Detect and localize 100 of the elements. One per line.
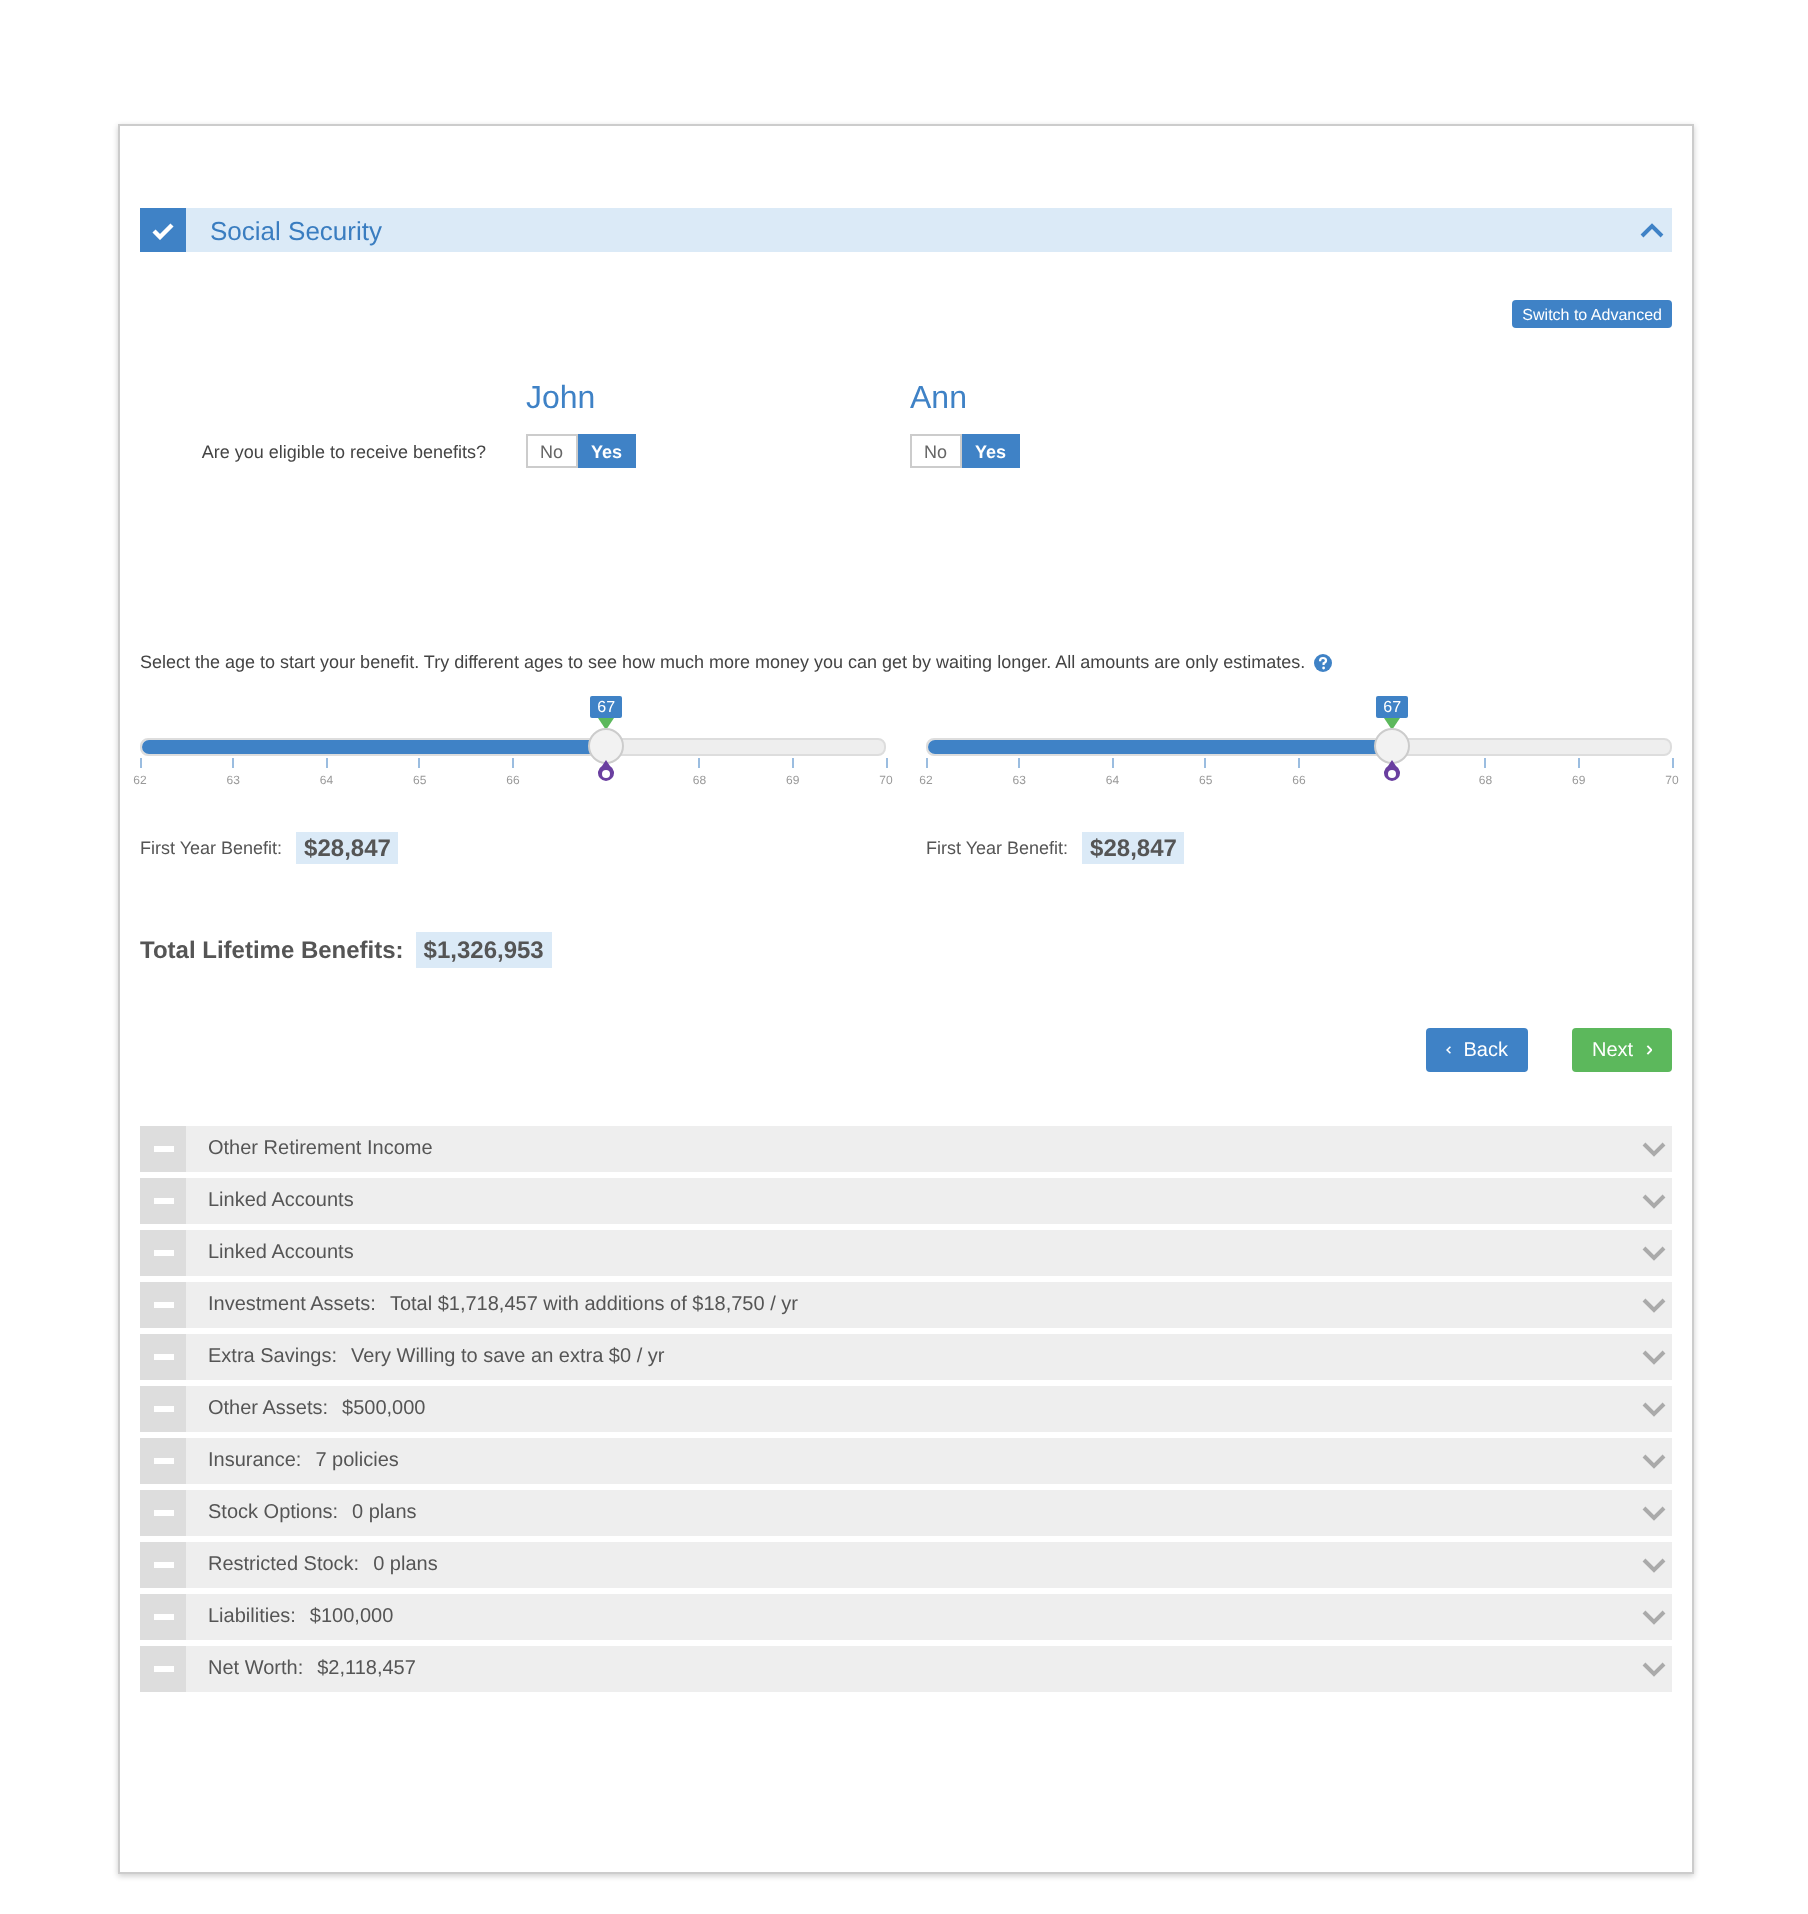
chevron-down-icon[interactable] — [1642, 1453, 1666, 1469]
section-value: 0 plans — [352, 1502, 417, 1524]
slider-track[interactable] — [140, 738, 886, 756]
total-value: $1,326,953 — [415, 932, 552, 968]
section-row[interactable]: Linked Accounts — [140, 1230, 1672, 1276]
pin-icon — [1382, 760, 1403, 784]
section-label: Linked Accounts — [208, 1190, 354, 1212]
pin-icon — [596, 760, 617, 784]
tick-mark — [325, 758, 328, 768]
tick-mark — [1204, 758, 1207, 768]
benefit-label: First Year Benefit: — [926, 838, 1069, 858]
section-label: Insurance: — [208, 1450, 302, 1472]
tick-mark — [1018, 758, 1021, 768]
section-label: Net Worth: — [208, 1658, 304, 1680]
section-value: 7 policies — [315, 1450, 399, 1472]
minus-icon — [153, 1354, 173, 1360]
toggle-option[interactable]: Yes — [577, 434, 637, 468]
toggle-option[interactable]: No — [526, 434, 578, 468]
section-row[interactable]: Stock Options: 0 plans — [140, 1490, 1672, 1536]
section-title: Social Security — [210, 215, 384, 245]
value-bubble: 67 — [1376, 696, 1409, 718]
instruction-text: Select the age to start your benefit. Try different ages to see how much more money you can get by waiting longer. All amounts are only estimates. — [140, 652, 1306, 672]
tick-mark — [139, 758, 141, 768]
tick-mark — [1671, 758, 1673, 768]
section-row[interactable]: Extra Savings: Very Willing to save an extra $0 / yr — [140, 1334, 1672, 1380]
section-row[interactable]: Liabilities: $100,000 — [140, 1594, 1672, 1640]
chevron-down-icon[interactable] — [1642, 1609, 1666, 1625]
slider-thumb[interactable] — [588, 728, 625, 764]
tick-mark — [232, 758, 235, 768]
minus-icon — [153, 1562, 173, 1568]
minus-icon — [153, 1406, 173, 1412]
checkmark-icon — [152, 221, 174, 239]
section-value: $500,000 — [342, 1398, 426, 1420]
section-row[interactable]: Other Assets: $500,000 — [140, 1386, 1672, 1432]
checkbox[interactable] — [140, 208, 186, 252]
section-label: Stock Options: — [208, 1502, 339, 1524]
section-value: 0 plans — [373, 1554, 438, 1576]
section-header[interactable]: Social Security — [140, 208, 1672, 252]
section-row[interactable]: Other Retirement Income — [140, 1126, 1672, 1172]
benefit-label: First Year Benefit: — [140, 838, 283, 858]
tick-mark — [418, 758, 421, 768]
minus-icon — [153, 1614, 173, 1620]
chevron-down-icon[interactable] — [1642, 1297, 1666, 1313]
chevron-down-icon[interactable] — [1642, 1661, 1666, 1677]
chevron-down-icon[interactable] — [1642, 1557, 1666, 1573]
minus-icon — [153, 1666, 173, 1672]
minus-icon — [153, 1458, 173, 1464]
slider-track[interactable] — [926, 738, 1672, 756]
value-bubble: 67 — [590, 696, 623, 718]
chevron-down-icon[interactable] — [1642, 1505, 1666, 1521]
benefit-value: $28,847 — [296, 832, 399, 864]
section-label: Linked Accounts — [208, 1242, 354, 1264]
section-row[interactable]: Insurance: 7 policies — [140, 1438, 1672, 1484]
section-label: Investment Assets: — [208, 1294, 376, 1316]
section-label: Other Assets: — [208, 1398, 329, 1420]
section-row[interactable]: Investment Assets: Total $1,718,457 with additions of $18,750 / yr — [140, 1282, 1672, 1328]
minus-icon — [153, 1510, 173, 1516]
chevron-up-icon[interactable] — [1640, 222, 1664, 238]
switch-to-advanced-button[interactable]: Switch to Advanced — [1512, 300, 1672, 328]
slider-thumb[interactable] — [1374, 728, 1411, 764]
pointer-icon — [598, 718, 615, 730]
chevron-down-icon[interactable] — [1642, 1193, 1666, 1209]
tick-mark — [885, 758, 887, 768]
tick-mark — [1298, 758, 1300, 768]
minus-icon — [153, 1250, 173, 1256]
section-label: Extra Savings: — [208, 1346, 337, 1368]
chevron-down-icon[interactable] — [1642, 1245, 1666, 1261]
section-value: Total $1,718,457 with additions of $18,750 / yr — [389, 1294, 798, 1316]
question-label: Are you eligible to receive benefits? — [199, 441, 488, 461]
tick-mark — [1111, 758, 1114, 768]
tick-mark — [925, 758, 927, 768]
tick-mark — [1484, 758, 1487, 768]
tick-mark — [1577, 758, 1580, 768]
chevron-down-icon[interactable] — [1642, 1349, 1666, 1365]
minus-icon — [153, 1146, 173, 1152]
section-row[interactable]: Restricted Stock: 0 plans — [140, 1542, 1672, 1588]
section-label: Restricted Stock: — [208, 1554, 360, 1576]
tick-mark — [791, 758, 794, 768]
chevron-right-icon — [1645, 1042, 1652, 1058]
person-name: John — [526, 382, 598, 418]
section-value: Very Willing to save an extra $0 / yr — [350, 1346, 665, 1368]
chevron-down-icon[interactable] — [1642, 1401, 1666, 1417]
tick-mark — [698, 758, 701, 768]
help-icon[interactable] — [1313, 653, 1332, 671]
chevron-down-icon[interactable] — [1642, 1141, 1666, 1157]
section-label: Liabilities: — [208, 1606, 296, 1628]
toggle-option[interactable]: Yes — [961, 434, 1021, 468]
section-label: Other Retirement Income — [208, 1138, 433, 1160]
chevron-left-icon — [1446, 1042, 1452, 1058]
benefit-value: $28,847 — [1082, 832, 1185, 864]
section-value: $100,000 — [309, 1606, 394, 1628]
back-button[interactable]: Back — [1426, 1028, 1528, 1072]
section-value: $2,118,457 — [317, 1658, 416, 1680]
section-row[interactable]: Linked Accounts — [140, 1178, 1672, 1224]
section-row[interactable]: Net Worth: $2,118,457 — [140, 1646, 1672, 1692]
total-label: Total Lifetime Benefits: — [140, 936, 404, 964]
toggle-option[interactable]: No — [910, 434, 962, 468]
tick-mark — [512, 758, 514, 768]
minus-icon — [153, 1302, 173, 1308]
minus-icon — [153, 1198, 173, 1204]
